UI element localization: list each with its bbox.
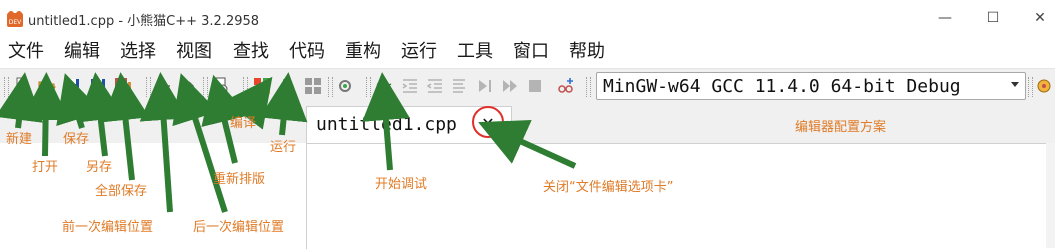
indent-icon[interactable] bbox=[401, 77, 419, 95]
annotation-open: 打开 bbox=[32, 160, 59, 175]
menu-refactor[interactable]: 重构 bbox=[345, 40, 381, 64]
menu-bar: 文件 编辑 选择 视图 查找 代码 重构 运行 工具 窗口 帮助 bbox=[0, 36, 1055, 69]
tab-label: untitled1.cpp bbox=[316, 114, 457, 135]
annotation-save-as: 另存 bbox=[86, 160, 113, 175]
toolbar-grip[interactable] bbox=[243, 77, 248, 97]
menu-view[interactable]: 视图 bbox=[176, 40, 212, 64]
save-icon[interactable] bbox=[63, 77, 81, 95]
save-all-icon[interactable] bbox=[114, 77, 132, 95]
toolbar-grip[interactable] bbox=[328, 77, 333, 97]
annotation-next-edit: 后一次编辑位置 bbox=[193, 220, 285, 235]
annotation-editor-scheme: 编辑器配置方案 bbox=[795, 120, 887, 135]
menu-code[interactable]: 代码 bbox=[289, 40, 325, 64]
code-editor[interactable] bbox=[306, 143, 1047, 249]
stop-icon[interactable] bbox=[526, 77, 544, 95]
annotation-new: 新建 bbox=[6, 132, 33, 147]
debug-icon[interactable] bbox=[375, 77, 393, 95]
back-arrow-icon[interactable] bbox=[155, 77, 173, 95]
toolbar-grip[interactable] bbox=[4, 77, 9, 97]
toolbar-grip[interactable] bbox=[146, 77, 151, 97]
compiler-set-select[interactable]: MinGW-w64 GCC 11.4.0 64-bit Debug bbox=[596, 72, 1026, 100]
highlight-circle bbox=[472, 106, 504, 138]
new-file-icon[interactable] bbox=[13, 77, 31, 95]
annotation-close-tab: 关闭“文件编辑选项卡” bbox=[543, 180, 674, 195]
window-title: untitled1.cpp - 小熊猫C++ 3.2.2958 bbox=[28, 14, 260, 29]
title-bar: DEV untitled1.cpp - 小熊猫C++ 3.2.2958 — ☐ … bbox=[0, 0, 1055, 36]
compile-settings-icon[interactable] bbox=[336, 77, 354, 95]
annotation-debug: 开始调试 bbox=[375, 177, 428, 192]
menu-tools[interactable]: 工具 bbox=[457, 40, 493, 64]
annotation-reformat: 重新排版 bbox=[213, 172, 266, 187]
toolbar-grip[interactable] bbox=[203, 77, 208, 97]
run-icon[interactable] bbox=[279, 77, 297, 95]
reformat-icon[interactable] bbox=[212, 77, 230, 95]
forward-arrow-icon[interactable] bbox=[179, 77, 197, 95]
compile-run-icon[interactable] bbox=[304, 77, 322, 95]
app-logo-icon: DEV bbox=[7, 11, 23, 27]
menu-edit[interactable]: 编辑 bbox=[64, 40, 100, 64]
toolbar-grip[interactable] bbox=[586, 77, 591, 97]
menu-file[interactable]: 文件 bbox=[8, 40, 44, 64]
save-as-icon[interactable] bbox=[89, 77, 107, 95]
unindent-icon[interactable] bbox=[426, 77, 444, 95]
annotation-save: 保存 bbox=[63, 132, 90, 147]
toolbar-grip[interactable] bbox=[366, 77, 371, 97]
menu-window[interactable]: 窗口 bbox=[513, 40, 549, 64]
svg-text:DEV: DEV bbox=[9, 19, 22, 26]
menu-search[interactable]: 查找 bbox=[233, 40, 269, 64]
compiler-options-icon[interactable] bbox=[1035, 77, 1053, 95]
minimize-button[interactable]: — bbox=[930, 8, 960, 28]
menu-select[interactable]: 选择 bbox=[120, 40, 156, 64]
vertical-scrollbar[interactable] bbox=[1046, 143, 1055, 248]
editor-tab-strip bbox=[0, 105, 1055, 143]
annotation-prev-edit: 前一次编辑位置 bbox=[62, 220, 154, 235]
compiler-set-value: MinGW-w64 GCC 11.4.0 64-bit Debug bbox=[603, 76, 961, 97]
chevron-down-icon bbox=[1011, 82, 1019, 87]
close-window-button[interactable]: ✕ bbox=[1025, 8, 1055, 28]
annotation-compile: 编译 bbox=[230, 116, 257, 131]
annotation-run: 运行 bbox=[270, 140, 297, 155]
menu-run[interactable]: 运行 bbox=[401, 40, 437, 64]
annotation-save-all: 全部保存 bbox=[95, 184, 148, 199]
continue-icon[interactable] bbox=[501, 77, 519, 95]
open-folder-icon[interactable] bbox=[38, 77, 56, 95]
compile-icon[interactable] bbox=[253, 77, 271, 95]
step-icon[interactable] bbox=[476, 77, 494, 95]
step-over-icon[interactable] bbox=[451, 77, 469, 95]
watch-icon[interactable] bbox=[557, 77, 575, 95]
toolbar-grip[interactable] bbox=[1028, 77, 1033, 97]
maximize-button[interactable]: ☐ bbox=[978, 8, 1008, 28]
menu-help[interactable]: 帮助 bbox=[569, 40, 605, 64]
